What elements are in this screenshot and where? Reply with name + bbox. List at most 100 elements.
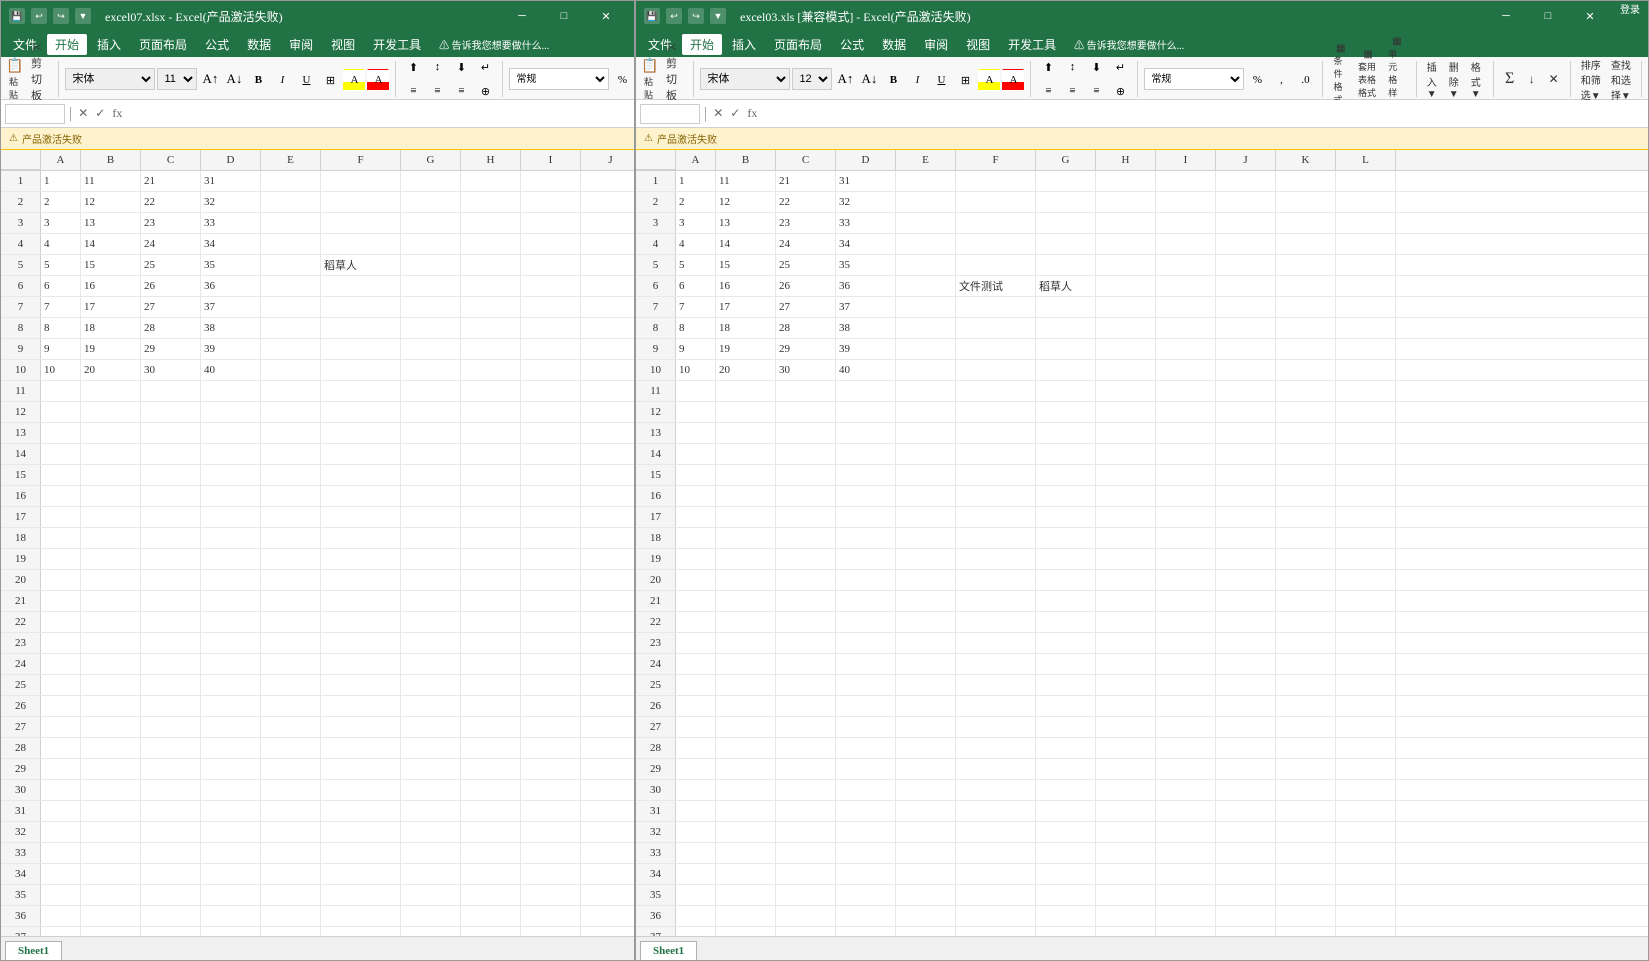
insert-func-icon[interactable]: fx (110, 106, 124, 121)
cell[interactable] (1096, 717, 1156, 737)
cell[interactable] (896, 444, 956, 464)
cell[interactable] (581, 528, 634, 548)
maximize-btn-left[interactable]: □ (544, 1, 584, 31)
cell[interactable] (141, 444, 201, 464)
cell[interactable]: 18 (81, 318, 141, 338)
cell[interactable] (1036, 528, 1096, 548)
cell[interactable] (201, 675, 261, 695)
cell[interactable] (581, 717, 634, 737)
cell[interactable] (896, 738, 956, 758)
cell[interactable] (776, 444, 836, 464)
cell[interactable] (1216, 486, 1276, 506)
cell[interactable] (956, 864, 1036, 884)
sum-btn[interactable]: Σ (1500, 68, 1520, 90)
cell[interactable] (1276, 843, 1336, 863)
row-header[interactable]: 23 (636, 633, 676, 653)
cell[interactable] (41, 570, 81, 590)
cell[interactable] (261, 633, 321, 653)
cell[interactable]: 17 (716, 297, 776, 317)
row-header[interactable]: 19 (1, 549, 41, 569)
font-color-btn-left[interactable]: A (367, 69, 389, 91)
close-btn-left[interactable]: ✕ (586, 1, 626, 31)
menu-insert-left[interactable]: 插入 (89, 34, 129, 55)
cell[interactable] (461, 759, 521, 779)
cell[interactable] (956, 612, 1036, 632)
cell[interactable] (321, 864, 401, 884)
undo-icon-r[interactable]: ↩ (666, 8, 682, 24)
cell[interactable] (676, 780, 716, 800)
cell[interactable] (1336, 654, 1396, 674)
cell[interactable] (401, 444, 461, 464)
align-top-btn[interactable]: ⬆ (402, 56, 424, 78)
cell[interactable]: 17 (81, 297, 141, 317)
number-format-left[interactable]: 常规 (509, 68, 609, 90)
cell[interactable] (716, 633, 776, 653)
cell[interactable] (401, 822, 461, 842)
find-btn[interactable]: 查找和选择▼ (1607, 55, 1635, 104)
cell[interactable] (1096, 234, 1156, 254)
cell[interactable] (1216, 402, 1276, 422)
cell[interactable] (1156, 486, 1216, 506)
cell[interactable] (461, 318, 521, 338)
cell[interactable] (521, 297, 581, 317)
col-header-K-right[interactable]: K (1276, 150, 1336, 170)
cell[interactable] (1336, 192, 1396, 212)
cell[interactable] (581, 276, 634, 296)
cell[interactable] (1336, 738, 1396, 758)
cell[interactable] (896, 465, 956, 485)
cell[interactable] (836, 759, 896, 779)
cell[interactable] (581, 381, 634, 401)
font-shrink-btn-right[interactable]: A↓ (858, 68, 880, 90)
menu-review-left[interactable]: 审阅 (281, 34, 321, 55)
row-header[interactable]: 34 (636, 864, 676, 884)
cell[interactable] (1276, 255, 1336, 275)
cell[interactable] (141, 528, 201, 548)
cell[interactable]: 6 (41, 276, 81, 296)
row-header[interactable]: 20 (1, 570, 41, 590)
cell[interactable] (321, 591, 401, 611)
cell[interactable]: 35 (836, 255, 896, 275)
cell[interactable]: 4 (41, 234, 81, 254)
cell[interactable] (141, 696, 201, 716)
cell[interactable]: 9 (676, 339, 716, 359)
cell[interactable] (776, 507, 836, 527)
cell[interactable] (836, 570, 896, 590)
cell[interactable] (521, 486, 581, 506)
cell[interactable] (201, 486, 261, 506)
cell[interactable] (521, 864, 581, 884)
cell[interactable] (1036, 171, 1096, 191)
cell[interactable]: 20 (81, 360, 141, 380)
confirm-formula-icon-r[interactable]: ✓ (728, 106, 742, 121)
cell[interactable] (461, 255, 521, 275)
cell[interactable] (201, 591, 261, 611)
cell[interactable] (81, 801, 141, 821)
cell[interactable] (521, 444, 581, 464)
cell[interactable] (1336, 360, 1396, 380)
cell[interactable] (1336, 717, 1396, 737)
cell[interactable] (401, 213, 461, 233)
cell[interactable] (41, 591, 81, 611)
cell[interactable] (1156, 423, 1216, 443)
cell[interactable] (1096, 906, 1156, 926)
cell[interactable]: 14 (716, 234, 776, 254)
italic-btn-right[interactable]: I (906, 69, 928, 91)
cell[interactable]: 15 (81, 255, 141, 275)
cell[interactable] (1276, 234, 1336, 254)
cell[interactable] (1336, 906, 1396, 926)
cell[interactable] (1156, 906, 1216, 926)
cell[interactable] (1156, 885, 1216, 905)
cell[interactable] (956, 381, 1036, 401)
cell[interactable] (1336, 402, 1396, 422)
cell[interactable] (401, 927, 461, 936)
cell[interactable] (1336, 885, 1396, 905)
cell[interactable] (201, 654, 261, 674)
underline-btn-left[interactable]: U (295, 69, 317, 91)
row-header[interactable]: 11 (1, 381, 41, 401)
cell[interactable] (461, 843, 521, 863)
cell[interactable] (141, 549, 201, 569)
bold-btn-left[interactable]: B (247, 69, 269, 91)
cell[interactable] (1216, 339, 1276, 359)
cell[interactable] (1336, 549, 1396, 569)
cell[interactable] (321, 318, 401, 338)
cell[interactable] (896, 318, 956, 338)
